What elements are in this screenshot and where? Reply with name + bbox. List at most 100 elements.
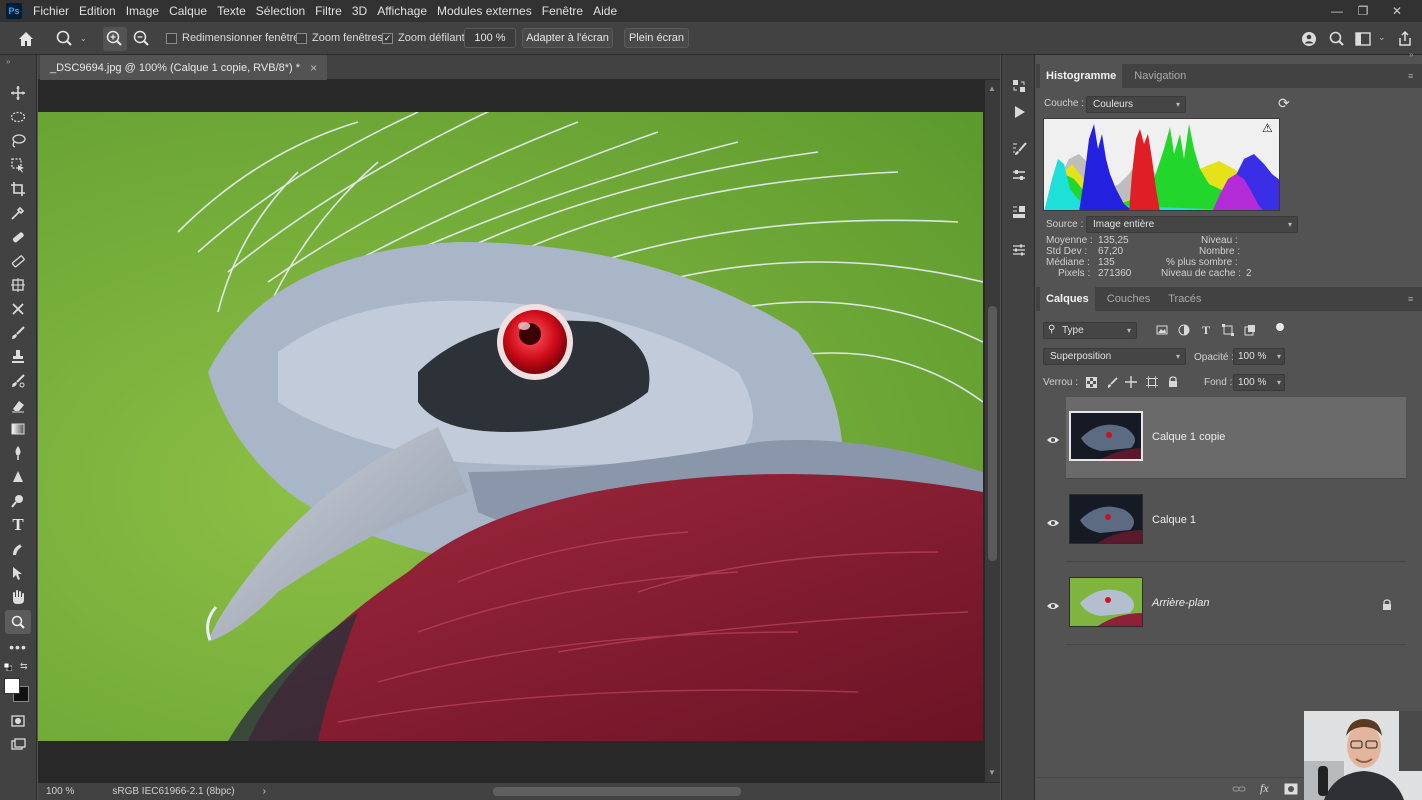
refresh-icon[interactable]: ⟳ (1278, 95, 1290, 112)
filter-pixel-icon[interactable] (1155, 323, 1169, 337)
panel-menu-icon[interactable]: ≡ (1408, 71, 1413, 81)
layer-thumbnail[interactable] (1069, 494, 1143, 544)
menu-fichier[interactable]: Fichier (28, 0, 74, 22)
collapse-panels-icon[interactable]: » (1409, 50, 1413, 59)
path-selection-tool-icon[interactable] (8, 539, 28, 559)
zoom-out-icon[interactable] (130, 27, 154, 51)
blend-mode-dropdown[interactable]: Superposition ▾ (1043, 348, 1186, 365)
layer-thumbnail[interactable] (1069, 411, 1143, 461)
menu-affichage[interactable]: Affichage (372, 0, 432, 22)
vertical-scrollbar[interactable]: ▲ ▼ (985, 80, 1000, 782)
adjustments-sliders-icon[interactable] (1010, 166, 1028, 184)
menu-selection[interactable]: Sélection (251, 0, 310, 22)
swap-colors-icon[interactable]: ⇆ (20, 661, 28, 672)
tab-traces[interactable]: Tracés (1162, 287, 1207, 311)
restore-icon[interactable]: ❐ (1348, 0, 1378, 22)
panel-menu-icon[interactable]: ≡ (1408, 294, 1413, 304)
blur-tool-icon[interactable] (8, 443, 28, 463)
filter-smart-object-icon[interactable] (1243, 323, 1257, 337)
source-dropdown[interactable]: Image entière ▾ (1086, 216, 1298, 233)
lasso-tool-icon[interactable] (8, 131, 28, 151)
scroll-up-icon[interactable]: ▲ (988, 84, 996, 93)
filter-type-icon[interactable]: T (1199, 323, 1213, 337)
foreground-color-swatch[interactable] (4, 678, 20, 694)
document-tab[interactable]: _DSC9694.jpg @ 100% (Calque 1 copie, RVB… (40, 55, 328, 80)
gradient-tool-icon[interactable] (8, 419, 28, 439)
checkbox-box-checked[interactable]: ✓ (382, 32, 393, 44)
canvas-image[interactable] (38, 112, 983, 741)
fill-screen-button[interactable]: Plein écran (624, 28, 689, 48)
marquee-tool-icon[interactable] (8, 107, 28, 127)
lock-transparency-icon[interactable] (1084, 375, 1098, 389)
menu-calque[interactable]: Calque (164, 0, 212, 22)
menu-aide[interactable]: Aide (588, 0, 622, 22)
history-brush-tool-icon[interactable] (8, 371, 28, 391)
status-menu-arrow[interactable]: › (263, 786, 266, 797)
menu-filtre[interactable]: Filtre (310, 0, 347, 22)
menu-image[interactable]: Image (121, 0, 164, 22)
layer-thumbnail[interactable] (1069, 577, 1143, 627)
layer-name[interactable]: Arrière-plan (1152, 597, 1209, 609)
clone-stamp-tool-icon[interactable] (8, 347, 28, 367)
link-layers-icon[interactable] (1232, 783, 1246, 795)
zoom-value-field[interactable]: 100 % (464, 28, 516, 48)
close-window-icon[interactable]: ✕ (1382, 0, 1412, 22)
status-zoom[interactable]: 100 % (46, 786, 74, 797)
tab-calques[interactable]: Calques (1040, 287, 1095, 311)
type-tool-icon[interactable]: T (8, 515, 28, 535)
dodge-tool-icon[interactable] (8, 467, 28, 487)
checkbox-box[interactable] (166, 32, 177, 44)
direct-selection-tool-icon[interactable] (8, 563, 28, 583)
share-icon[interactable] (1396, 30, 1414, 48)
screen-mode-icon[interactable] (8, 735, 28, 755)
tab-couches[interactable]: Couches (1101, 287, 1156, 311)
brush-bandage-icon[interactable] (8, 251, 28, 271)
scroll-down-icon[interactable]: ▼ (988, 768, 996, 777)
fill-field[interactable]: 100 % ▾ (1233, 374, 1285, 391)
brush-settings-icon[interactable] (1010, 140, 1028, 158)
menu-edition[interactable]: Edition (74, 0, 121, 22)
filter-toggle-icon[interactable] (1276, 323, 1284, 331)
layer-name[interactable]: Calque 1 copie (1152, 431, 1225, 443)
channel-mixer-icon[interactable] (1010, 241, 1028, 259)
close-tab-icon[interactable]: × (310, 61, 317, 75)
filter-shape-icon[interactable] (1221, 323, 1235, 337)
lock-all-icon[interactable] (1166, 375, 1180, 389)
visibility-eye-icon[interactable] (1046, 518, 1060, 528)
hand-tool-icon[interactable] (8, 587, 28, 607)
home-icon[interactable] (16, 29, 36, 49)
lock-position-icon[interactable] (1124, 375, 1138, 389)
chevron-down-icon[interactable]: ⌄ (80, 34, 87, 43)
move-tool-icon[interactable] (8, 83, 28, 103)
lock-pixels-icon[interactable] (1105, 375, 1119, 389)
horizontal-scrollbar-thumb[interactable] (493, 787, 741, 796)
fx-icon[interactable]: fx (1260, 781, 1269, 796)
filter-adjustment-icon[interactable] (1177, 323, 1191, 337)
paintbrush-tool-icon[interactable] (8, 323, 28, 343)
checkbox-box[interactable] (296, 32, 307, 44)
zoom-tool-icon[interactable] (5, 610, 31, 634)
lock-icon[interactable] (1382, 599, 1392, 611)
chevron-down-icon[interactable]: ⌄ (1378, 32, 1386, 43)
menu-modules-externes[interactable]: Modules externes (432, 0, 537, 22)
collapse-toolbar-icon[interactable]: » (6, 57, 10, 66)
layer-row-calque-1-copie[interactable]: Calque 1 copie (1066, 397, 1406, 479)
channel-dropdown[interactable]: Couleurs ▾ (1086, 96, 1186, 113)
workspace-icon[interactable] (1354, 30, 1372, 48)
resize-windows-checkbox[interactable]: Redimensionner fenêtres (166, 32, 305, 44)
menu-fenetre[interactable]: Fenêtre (537, 0, 588, 22)
add-mask-icon[interactable] (1284, 783, 1298, 795)
stamp-tool-icon[interactable] (8, 275, 28, 295)
tab-histogramme[interactable]: Histogramme (1040, 64, 1123, 88)
lock-artboard-icon[interactable] (1145, 375, 1159, 389)
fit-screen-button[interactable]: Adapter à l'écran (522, 28, 613, 48)
zoom-all-windows-checkbox[interactable]: Zoom fenêtres (296, 32, 383, 44)
scrollbar-thumb[interactable] (988, 306, 997, 561)
eyedropper-tool-icon[interactable] (8, 203, 28, 223)
properties-icon[interactable] (1010, 203, 1028, 221)
quick-mask-icon[interactable] (8, 711, 28, 731)
tab-navigation[interactable]: Navigation (1128, 64, 1192, 88)
layer-name[interactable]: Calque 1 (1152, 514, 1196, 526)
eraser-tool-icon[interactable] (8, 395, 28, 415)
learn-icon[interactable] (1300, 30, 1318, 48)
